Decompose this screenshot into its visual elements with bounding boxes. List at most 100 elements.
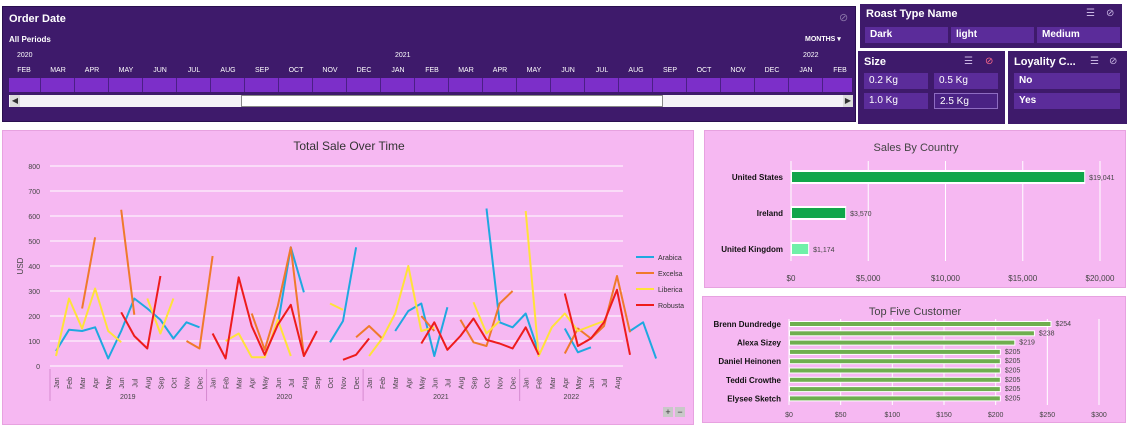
x-tick-label: Jun xyxy=(589,377,596,388)
slicer-item-2-5kg[interactable]: 2.5 Kg xyxy=(934,93,998,109)
clear-filter-icon[interactable]: ⊘ xyxy=(985,56,993,67)
slicer-item-1-0kg[interactable]: 1.0 Kg xyxy=(864,93,928,109)
y-axis-label: USD xyxy=(16,257,25,274)
timeline-month-label[interactable]: JAN xyxy=(381,67,415,74)
timeline-month-label[interactable]: NOV xyxy=(313,67,347,74)
timeline-month-label[interactable]: JAN xyxy=(789,67,823,74)
x-tick-label: Aug xyxy=(458,377,465,390)
country-chart-svg: Sales By Country $0 $5,000 $10,000 $15,000 $2… xyxy=(721,142,1115,283)
timeline-month-label[interactable]: JUL xyxy=(177,67,211,74)
multi-select-icon[interactable]: ☰ xyxy=(1086,8,1095,19)
year-label: 2022 xyxy=(803,52,819,59)
clear-filter-icon[interactable]: ⊘ xyxy=(1109,56,1117,67)
bar xyxy=(790,396,1000,401)
chart-title: Top Five Customer xyxy=(869,306,962,318)
timeline-month-divider xyxy=(40,78,41,92)
bar xyxy=(790,387,1000,392)
timeline-month-label[interactable]: MAY xyxy=(109,67,143,74)
timeline-month-divider xyxy=(448,78,449,92)
category-label: Alexa Sizey xyxy=(737,339,782,348)
timeline-month-divider xyxy=(108,78,109,92)
timeline-month-label[interactable]: SEP xyxy=(245,67,279,74)
scroll-right-icon[interactable]: ▶ xyxy=(843,95,853,107)
timeline-month-divider xyxy=(652,78,653,92)
y-tick-label: 400 xyxy=(28,264,40,271)
timeline-month-label[interactable]: MAR xyxy=(449,67,483,74)
x-tick-label: $250 xyxy=(1040,412,1056,419)
multi-select-icon[interactable]: ☰ xyxy=(964,56,973,67)
timeline-month-label[interactable]: DEC xyxy=(755,67,789,74)
timeline-month-label[interactable]: FEB xyxy=(823,67,857,74)
category-label: Daniel Heinonen xyxy=(718,357,781,366)
data-label: $205 xyxy=(1005,377,1021,384)
timeline-month-label[interactable]: NOV xyxy=(721,67,755,74)
bar xyxy=(792,172,1085,182)
timeline-month-divider xyxy=(584,78,585,92)
data-label: $254 xyxy=(1055,321,1071,328)
category-label: Elysee Sketch xyxy=(727,394,781,403)
timeline-month-label[interactable]: FEB xyxy=(415,67,449,74)
timeline-month-divider xyxy=(618,78,619,92)
timeline-month-label[interactable]: AUG xyxy=(211,67,245,74)
time-level-dropdown[interactable]: MONTHS ▾ xyxy=(805,35,841,43)
plus-icon: + xyxy=(665,407,670,417)
timeline-month-label[interactable]: SEP xyxy=(653,67,687,74)
timeline-month-label[interactable]: APR xyxy=(75,67,109,74)
multi-select-icon[interactable]: ☰ xyxy=(1090,56,1099,67)
clear-filter-icon[interactable]: ⊘ xyxy=(839,11,848,24)
x-tick-label: $0 xyxy=(785,412,793,419)
timeline-month-label[interactable]: APR xyxy=(483,67,517,74)
clear-filter-icon[interactable]: ⊘ xyxy=(1106,8,1114,19)
timeline-month-divider xyxy=(176,78,177,92)
timeline-selected-range[interactable] xyxy=(9,78,852,92)
timeline-month-divider xyxy=(686,78,687,92)
total-sale-chart[interactable]: Total Sale Over Time 0 100 200 300 400 500 600 7… xyxy=(2,130,694,425)
slicer-item-yes[interactable]: Yes xyxy=(1014,93,1120,109)
sales-by-country-chart[interactable]: Sales By Country $0 $5,000 $10,000 $15,000 $2… xyxy=(704,130,1126,288)
timeline-month-divider xyxy=(754,78,755,92)
x-tick-label: May xyxy=(419,376,426,390)
slicer-title: Size xyxy=(864,56,887,68)
x-tick-label: Oct xyxy=(171,378,178,389)
timeline-month-label[interactable]: JUN xyxy=(551,67,585,74)
timeline-month-label[interactable]: MAY xyxy=(517,67,551,74)
timeline-month-label[interactable]: DEC xyxy=(347,67,381,74)
customer-chart-svg: Top Five Customer $0 $50 $100 $150 $200 $250 $3… xyxy=(713,306,1106,419)
x-tick-label: Nov xyxy=(184,376,191,389)
scroll-left-icon[interactable]: ◀ xyxy=(10,95,20,107)
y-tick-label: 700 xyxy=(28,189,40,196)
bar xyxy=(790,349,1000,354)
x-tick-label: Apr xyxy=(250,377,257,389)
x-tick-label: Mar xyxy=(237,376,244,389)
scrollbar-thumb[interactable] xyxy=(241,95,663,107)
x-tick-label: May xyxy=(576,376,583,390)
timeline-month-label[interactable]: MAR xyxy=(41,67,75,74)
timeline-month-label[interactable]: OCT xyxy=(687,67,721,74)
data-label: $205 xyxy=(1005,395,1021,402)
slicer-item-medium[interactable]: Medium xyxy=(1037,27,1120,43)
bar xyxy=(790,322,1051,326)
top-customer-chart[interactable]: Top Five Customer $0 $50 $100 $150 $200 $250 $3… xyxy=(702,296,1126,423)
slicer-item-no[interactable]: No xyxy=(1014,73,1120,89)
x-tick-label: Mar xyxy=(80,376,87,389)
x-tick-label: $150 xyxy=(936,412,952,419)
order-date-timeline[interactable]: Order Date ⊘ All Periods MONTHS ▾ 2020 2… xyxy=(2,6,856,122)
timeline-month-divider xyxy=(720,78,721,92)
timeline-month-divider xyxy=(346,78,347,92)
slicer-item-dark[interactable]: Dark xyxy=(865,27,948,43)
timeline-month-label[interactable]: JUN xyxy=(143,67,177,74)
slicer-item-0-5kg[interactable]: 0.5 Kg xyxy=(934,73,998,89)
x-tick-label: Sep xyxy=(471,377,478,390)
x-tick-label: $15,000 xyxy=(1008,274,1037,283)
timeline-month-label[interactable]: FEB xyxy=(7,67,41,74)
slicer-item-light[interactable]: light xyxy=(951,27,1034,43)
timeline-month-label[interactable]: AUG xyxy=(619,67,653,74)
timeline-month-label[interactable]: OCT xyxy=(279,67,313,74)
x-tick-label: Dec xyxy=(511,376,518,389)
x-tick-label: Feb xyxy=(537,377,544,389)
x-tick-label: $5,000 xyxy=(856,274,881,283)
year-label: 2021 xyxy=(433,394,449,401)
x-tick-label: Jan xyxy=(367,377,374,388)
timeline-month-label[interactable]: JUL xyxy=(585,67,619,74)
slicer-item-0-2kg[interactable]: 0.2 Kg xyxy=(864,73,928,89)
